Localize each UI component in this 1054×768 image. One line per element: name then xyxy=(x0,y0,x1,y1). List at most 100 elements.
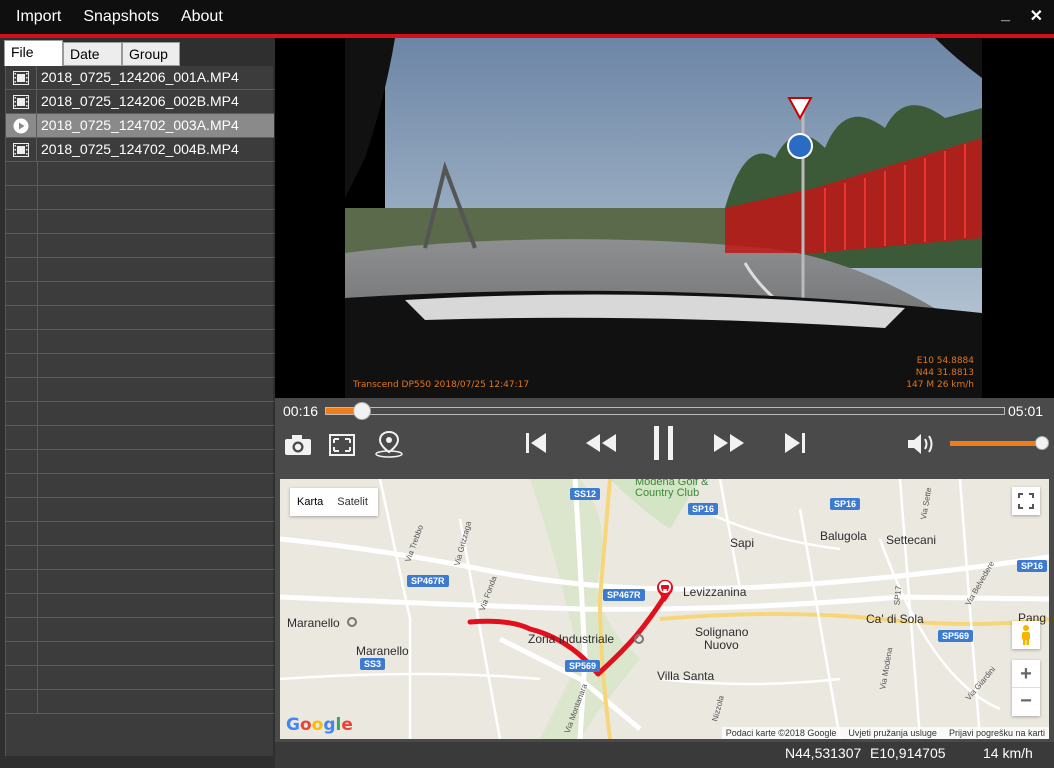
elapsed-time: 00:16 xyxy=(283,403,319,419)
zoom-out-button[interactable]: − xyxy=(1012,688,1040,715)
place-label: Zona Industriale xyxy=(528,632,615,646)
volume-slider[interactable] xyxy=(950,441,1046,446)
place-label: Maranello xyxy=(356,644,409,658)
file-row[interactable]: 2018_0725_124702_003A.MP4 xyxy=(6,114,274,138)
road-shield: SP569 xyxy=(565,660,601,672)
menu-about[interactable]: About xyxy=(170,0,234,34)
video-player[interactable]: Transcend DP550 2018/07/25 12:47:17 E10 … xyxy=(275,38,1054,398)
snapshot-camera-icon[interactable] xyxy=(283,432,313,458)
place-label: Sapi xyxy=(730,536,755,550)
pause-icon[interactable] xyxy=(651,426,677,460)
osd-lat: N44 31.8813 xyxy=(915,368,974,378)
file-list: 2018_0725_124206_001A.MP4 2018_0725_12420… xyxy=(5,66,274,756)
map-attribution: Podaci karte ©2018 Google Uvjeti pružanj… xyxy=(721,727,1049,739)
gps-longitude: E10,914705 xyxy=(870,745,946,761)
place-label: Levizzanina xyxy=(683,585,747,599)
road-shield: SP569 xyxy=(938,630,974,642)
file-row[interactable]: 2018_0725_124206_001A.MP4 xyxy=(6,66,274,90)
zoom-in-button[interactable]: + xyxy=(1012,661,1040,688)
empty-row xyxy=(6,306,274,330)
road-shield: SS3 xyxy=(360,658,386,670)
map-view[interactable]: Maranello Maranello Modena Golf & Countr… xyxy=(280,479,1049,739)
empty-row xyxy=(6,354,274,378)
empty-row xyxy=(6,330,274,354)
empty-row xyxy=(6,282,274,306)
empty-row xyxy=(6,666,274,690)
road-shield: SP467R xyxy=(603,589,645,601)
rewind-icon[interactable] xyxy=(583,430,619,456)
osd-timestamp: Transcend DP550 2018/07/25 12:47:17 xyxy=(353,380,530,390)
volume-thumb[interactable] xyxy=(1035,436,1049,450)
seek-thumb[interactable] xyxy=(352,402,371,420)
attribution-terms[interactable]: Uvjeti pružanja usluge xyxy=(848,728,937,738)
fast-forward-icon[interactable] xyxy=(711,430,747,456)
empty-row xyxy=(6,426,274,450)
empty-row xyxy=(6,522,274,546)
tab-group[interactable]: Group xyxy=(122,42,180,66)
osd-lon: E10 54.8884 xyxy=(916,356,974,366)
film-icon xyxy=(6,66,37,89)
file-name: 2018_0725_124702_004B.MP4 xyxy=(41,141,239,157)
film-icon xyxy=(6,138,37,161)
fullscreen-icon[interactable] xyxy=(327,432,357,458)
tab-file[interactable]: File xyxy=(4,40,63,66)
road-shield: SP16 xyxy=(688,503,719,515)
volume-icon[interactable] xyxy=(906,432,936,456)
empty-row xyxy=(6,258,274,282)
menu-snapshots[interactable]: Snapshots xyxy=(72,0,170,34)
file-tabs: Date Group File xyxy=(4,40,274,66)
map-type-map[interactable]: Karta xyxy=(290,496,330,508)
empty-row xyxy=(6,186,274,210)
gps-status-bar: N44,531307 E10,914705 14 km/h xyxy=(275,742,1054,768)
close-button[interactable]: ✕ xyxy=(1030,8,1043,26)
road-shield: SP16 xyxy=(1017,560,1048,572)
vehicle-marker-icon xyxy=(655,577,675,603)
menu-import[interactable]: Import xyxy=(0,0,72,34)
map-type-control: Karta Satelit xyxy=(290,488,378,516)
skip-next-icon[interactable] xyxy=(782,430,808,456)
gps-speed: 14 km/h xyxy=(983,745,1033,761)
empty-row xyxy=(6,618,274,642)
duration-time: 05:01 xyxy=(1008,403,1044,419)
place-label: Balugola xyxy=(820,529,867,543)
play-icon xyxy=(6,114,37,137)
place-label: Villa Santa xyxy=(657,669,715,683)
empty-row xyxy=(6,210,274,234)
place-label: Settecani xyxy=(886,533,937,547)
dashcam-player-window: Import Snapshots About _ ✕ Date Group Fi… xyxy=(0,0,1054,768)
menu-bar: Import Snapshots About xyxy=(0,0,1054,34)
road-shield: SP467R xyxy=(407,575,449,587)
file-row[interactable]: 2018_0725_124702_004B.MP4 xyxy=(6,138,274,162)
empty-row xyxy=(6,690,274,714)
file-row[interactable]: 2018_0725_124206_002B.MP4 xyxy=(6,90,274,114)
place-label: Ca' di Sola xyxy=(866,612,924,626)
map-type-satellite[interactable]: Satelit xyxy=(330,496,375,508)
film-icon xyxy=(6,90,37,113)
empty-row xyxy=(6,594,274,618)
gps-latitude: N44,531307 xyxy=(785,745,862,761)
file-name: 2018_0725_124206_001A.MP4 xyxy=(41,69,239,85)
place-label: Solignano xyxy=(695,625,749,639)
map-fullscreen-icon[interactable] xyxy=(1012,487,1040,515)
map-pin-icon[interactable] xyxy=(373,430,405,458)
file-name: 2018_0725_124702_003A.MP4 xyxy=(41,117,239,133)
place-label: Country Club xyxy=(635,487,700,499)
empty-row xyxy=(6,378,274,402)
osd-alt-speed: 147 M 26 km/h xyxy=(906,380,974,390)
file-panel: Date Group File 2018_0725_124206_001A.MP… xyxy=(0,38,275,768)
seek-bar[interactable] xyxy=(325,402,1005,420)
empty-row xyxy=(6,546,274,570)
skip-previous-icon[interactable] xyxy=(523,430,549,456)
empty-row xyxy=(6,642,274,666)
zoom-control: + − xyxy=(1012,660,1040,716)
google-logo: Google xyxy=(286,715,353,735)
empty-row xyxy=(6,234,274,258)
pegman-icon[interactable] xyxy=(1012,621,1040,649)
minimize-button[interactable]: _ xyxy=(1001,6,1010,24)
file-name: 2018_0725_124206_002B.MP4 xyxy=(41,93,239,109)
road-shield: SP16 xyxy=(830,498,861,510)
tab-date[interactable]: Date xyxy=(63,42,122,66)
attribution-report[interactable]: Prijavi pogrešku na karti xyxy=(949,728,1045,738)
place-label: Maranello xyxy=(287,616,340,630)
attribution-data: Podaci karte ©2018 Google xyxy=(725,728,837,738)
